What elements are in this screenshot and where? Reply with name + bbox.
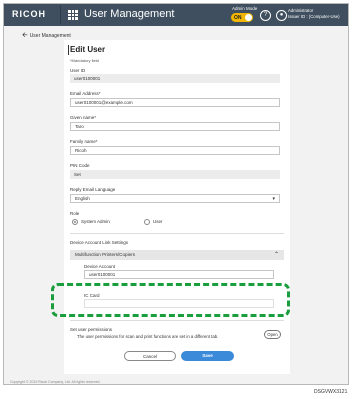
cancel-button[interactable]: Cancel	[124, 351, 176, 361]
language-select[interactable]: English ▾	[70, 194, 280, 203]
breadcrumb-label: User Management	[29, 33, 71, 39]
title-marker	[68, 45, 69, 55]
device-account-label: Device Account	[84, 264, 116, 269]
section-divider	[70, 320, 284, 321]
page-title: Edit User	[70, 45, 106, 54]
pin-label: PIN Code	[70, 163, 90, 168]
pin-field: Set	[70, 170, 280, 179]
radio-unselected-icon	[144, 219, 150, 225]
brand-logo: RICOH	[12, 9, 46, 19]
user-account-icon[interactable]: ●	[276, 10, 287, 21]
user-id-field: user0100001	[70, 74, 280, 83]
given-name-label: Given name*	[70, 115, 97, 120]
email-field[interactable]: user0100001@example.com	[70, 98, 280, 107]
section-divider	[70, 233, 284, 234]
family-name-field[interactable]: Ricoh	[70, 146, 280, 155]
open-permissions-button[interactable]: Open	[264, 330, 281, 339]
app-title: User Management	[84, 8, 175, 20]
app-grid-icon[interactable]	[68, 10, 78, 20]
role-label: Role	[70, 211, 80, 216]
help-icon[interactable]: ?	[260, 10, 271, 21]
admin-mode-label: Admin Mode	[232, 6, 258, 11]
ic-card-highlight	[51, 283, 290, 317]
chevron-up-icon: ⌃	[273, 252, 279, 258]
edit-user-card: Edit User *Mandatory field User ID user0…	[64, 40, 290, 374]
header-divider	[60, 6, 61, 24]
accordion-label: Multifunction Printers/Copiers	[75, 252, 135, 257]
family-name-label: Family name*	[70, 139, 98, 144]
save-button[interactable]: Save	[181, 351, 234, 361]
chevron-down-icon: ▾	[272, 196, 275, 202]
back-arrow-icon: 🡨	[22, 32, 28, 39]
role-radio-system-admin[interactable]: System Admin	[72, 219, 110, 225]
device-link-label: Device Account Link Settings	[70, 240, 129, 245]
language-selected-value: English	[75, 196, 90, 201]
mfp-accordion-header[interactable]: Multifunction Printers/Copiers ⌃	[70, 250, 284, 260]
user-info[interactable]: Administrator Issuer ID : (Computer-Use)	[288, 8, 340, 20]
email-label: Email Address*	[70, 91, 101, 96]
role-radio-user[interactable]: User	[144, 219, 163, 225]
role-option-label: User	[153, 219, 163, 225]
permissions-description: The user permissions for scan and print …	[77, 334, 219, 339]
user-issuer: Issuer ID : (Computer-Use)	[288, 14, 340, 19]
toggle-knob	[245, 14, 252, 21]
user-id-label: User ID	[70, 68, 86, 73]
figure-id: DSGVWX3121	[314, 389, 348, 395]
copyright-footer: Copyright © 2019 Ricoh Company, Ltd. All…	[10, 380, 101, 384]
admin-mode-toggle[interactable]: ON	[231, 13, 253, 22]
top-bar: RICOH User Management Admin Mode ON ? ● …	[4, 4, 348, 26]
device-account-field[interactable]: user0100001	[84, 270, 274, 279]
role-option-label: System Admin	[81, 219, 110, 225]
radio-selected-icon	[72, 219, 78, 225]
given-name-field[interactable]: Taro	[70, 122, 280, 131]
set-permissions-label: Set user permissions	[70, 327, 113, 332]
app-window: RICOH User Management Admin Mode ON ? ● …	[3, 3, 349, 385]
admin-mode-toggle-text: ON	[234, 14, 242, 21]
mandatory-note: *Mandatory field	[70, 58, 99, 63]
language-label: Reply Email Language	[70, 187, 116, 192]
